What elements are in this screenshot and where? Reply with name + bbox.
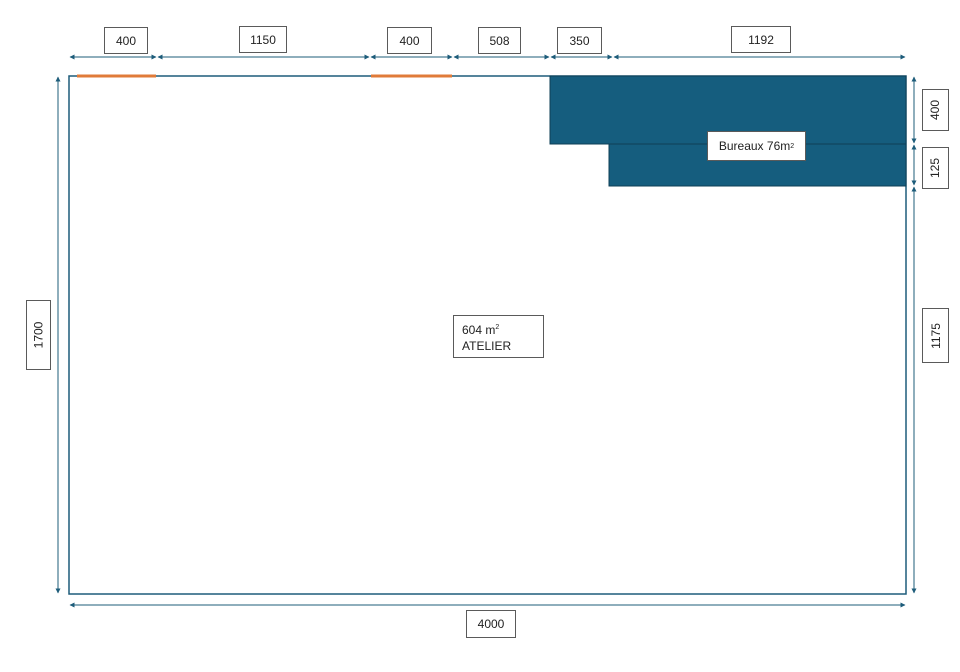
office-label: Bureaux 76m 2 (707, 131, 806, 161)
workshop-area: 604 m (462, 323, 496, 337)
office-label-sup: 2 (790, 142, 795, 150)
dim-label-bottom: 4000 (466, 610, 516, 638)
dim-label-top-6: 1192 (731, 26, 791, 53)
workshop-label: 604 m2 ATELIER (453, 315, 544, 358)
dim-label-top-1: 400 (104, 27, 148, 54)
office-label-text: Bureaux 76m (718, 139, 791, 153)
dim-label-left: 1700 (26, 300, 51, 370)
dim-label-top-2: 1150 (239, 26, 287, 53)
workshop-name: ATELIER (462, 339, 512, 353)
dim-label-right-2: 125 (922, 147, 949, 189)
dim-label-right-1: 400 (922, 89, 949, 131)
dim-label-top-5: 350 (557, 27, 602, 54)
dim-label-top-4: 508 (478, 27, 521, 54)
workshop-area-sup: 2 (495, 324, 500, 331)
dim-label-top-3: 400 (387, 27, 432, 54)
dim-label-right-3: 1175 (922, 308, 949, 363)
